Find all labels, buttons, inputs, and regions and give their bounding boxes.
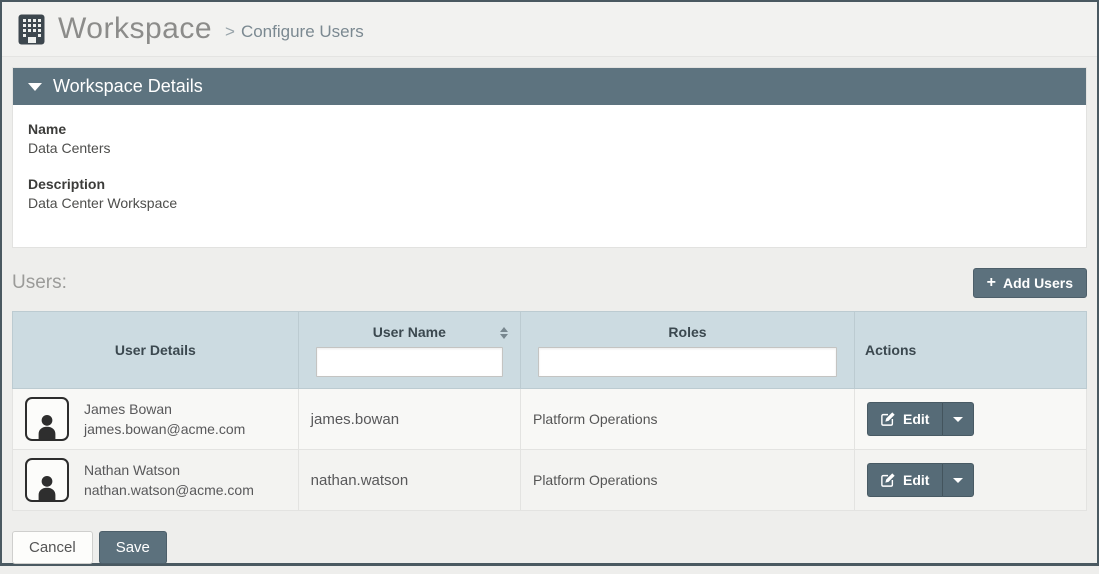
column-header-user-name-label: User Name — [373, 324, 446, 340]
edit-button[interactable]: Edit — [867, 402, 942, 436]
user-details-cell: James Bowan james.bowan@acme.com — [13, 389, 299, 450]
user-full-name: James Bowan — [84, 399, 245, 419]
column-header-user-details-label: User Details — [115, 342, 196, 358]
name-label: Name — [28, 121, 1071, 137]
breadcrumb: > Configure Users — [225, 16, 364, 42]
building-icon — [18, 14, 45, 45]
edit-split-button: Edit — [867, 402, 974, 436]
user-avatar-icon — [25, 458, 69, 502]
user-name-cell: nathan.watson — [298, 450, 520, 511]
roles-cell: Platform Operations — [520, 450, 854, 511]
workspace-details-panel-body: Name Data Centers Description Data Cente… — [13, 105, 1086, 247]
add-users-button[interactable]: + Add Users — [973, 268, 1087, 298]
chevron-down-icon — [953, 478, 963, 483]
chevron-down-icon — [953, 417, 963, 422]
column-header-roles: Roles — [520, 312, 854, 389]
user-avatar-icon — [25, 397, 69, 441]
user-email: james.bowan@acme.com — [84, 419, 245, 439]
column-header-actions-label: Actions — [865, 342, 916, 358]
main-content: Workspace Details Name Data Centers Desc… — [2, 57, 1097, 574]
cancel-button[interactable]: Cancel — [12, 531, 93, 564]
top-bar: Workspace > Configure Users — [2, 2, 1097, 57]
user-name-filter-input[interactable] — [316, 347, 503, 377]
workspace-details-panel-header[interactable]: Workspace Details — [13, 68, 1086, 105]
users-section-label: Users: — [12, 272, 67, 294]
edit-button[interactable]: Edit — [867, 463, 942, 497]
edit-dropdown-toggle[interactable] — [942, 402, 974, 436]
page-title: Workspace — [58, 12, 212, 46]
footer-actions: Cancel Save — [12, 531, 1087, 564]
breadcrumb-current: Configure Users — [241, 22, 364, 41]
breadcrumb-separator: > — [225, 22, 235, 41]
table-row: James Bowan james.bowan@acme.com james.b… — [13, 389, 1087, 450]
roles-cell: Platform Operations — [520, 389, 854, 450]
sort-icon[interactable] — [500, 327, 508, 339]
workspace-details-panel: Workspace Details Name Data Centers Desc… — [12, 67, 1087, 248]
edit-button-label: Edit — [903, 411, 929, 427]
add-users-button-label: Add Users — [1003, 275, 1073, 291]
collapse-arrow-icon — [28, 83, 42, 91]
column-header-roles-label: Roles — [668, 324, 706, 340]
edit-dropdown-toggle[interactable] — [942, 463, 974, 497]
edit-pencil-icon — [881, 412, 895, 426]
column-header-user-name: User Name — [298, 312, 520, 389]
actions-cell: Edit — [854, 450, 1086, 511]
description-field: Description Data Center Workspace — [28, 176, 1071, 211]
users-section-bar: Users: + Add Users — [12, 268, 1087, 298]
plus-icon: + — [987, 275, 996, 291]
actions-cell: Edit — [854, 389, 1086, 450]
description-label: Description — [28, 176, 1071, 192]
users-table: User Details User Name Roles — [12, 311, 1087, 511]
save-button[interactable]: Save — [99, 531, 167, 564]
edit-button-label: Edit — [903, 472, 929, 488]
panel-title: Workspace Details — [53, 76, 203, 97]
table-row: Nathan Watson nathan.watson@acme.com nat… — [13, 450, 1087, 511]
user-name-cell: james.bowan — [298, 389, 520, 450]
edit-pencil-icon — [881, 473, 895, 487]
roles-filter-input[interactable] — [538, 347, 837, 377]
user-details-cell: Nathan Watson nathan.watson@acme.com — [13, 450, 299, 511]
column-header-user-details: User Details — [13, 312, 299, 389]
name-field: Name Data Centers — [28, 121, 1071, 156]
column-header-actions: Actions — [854, 312, 1086, 389]
description-value: Data Center Workspace — [28, 195, 1071, 211]
name-value: Data Centers — [28, 140, 1071, 156]
user-email: nathan.watson@acme.com — [84, 480, 254, 500]
user-full-name: Nathan Watson — [84, 460, 254, 480]
edit-split-button: Edit — [867, 463, 974, 497]
